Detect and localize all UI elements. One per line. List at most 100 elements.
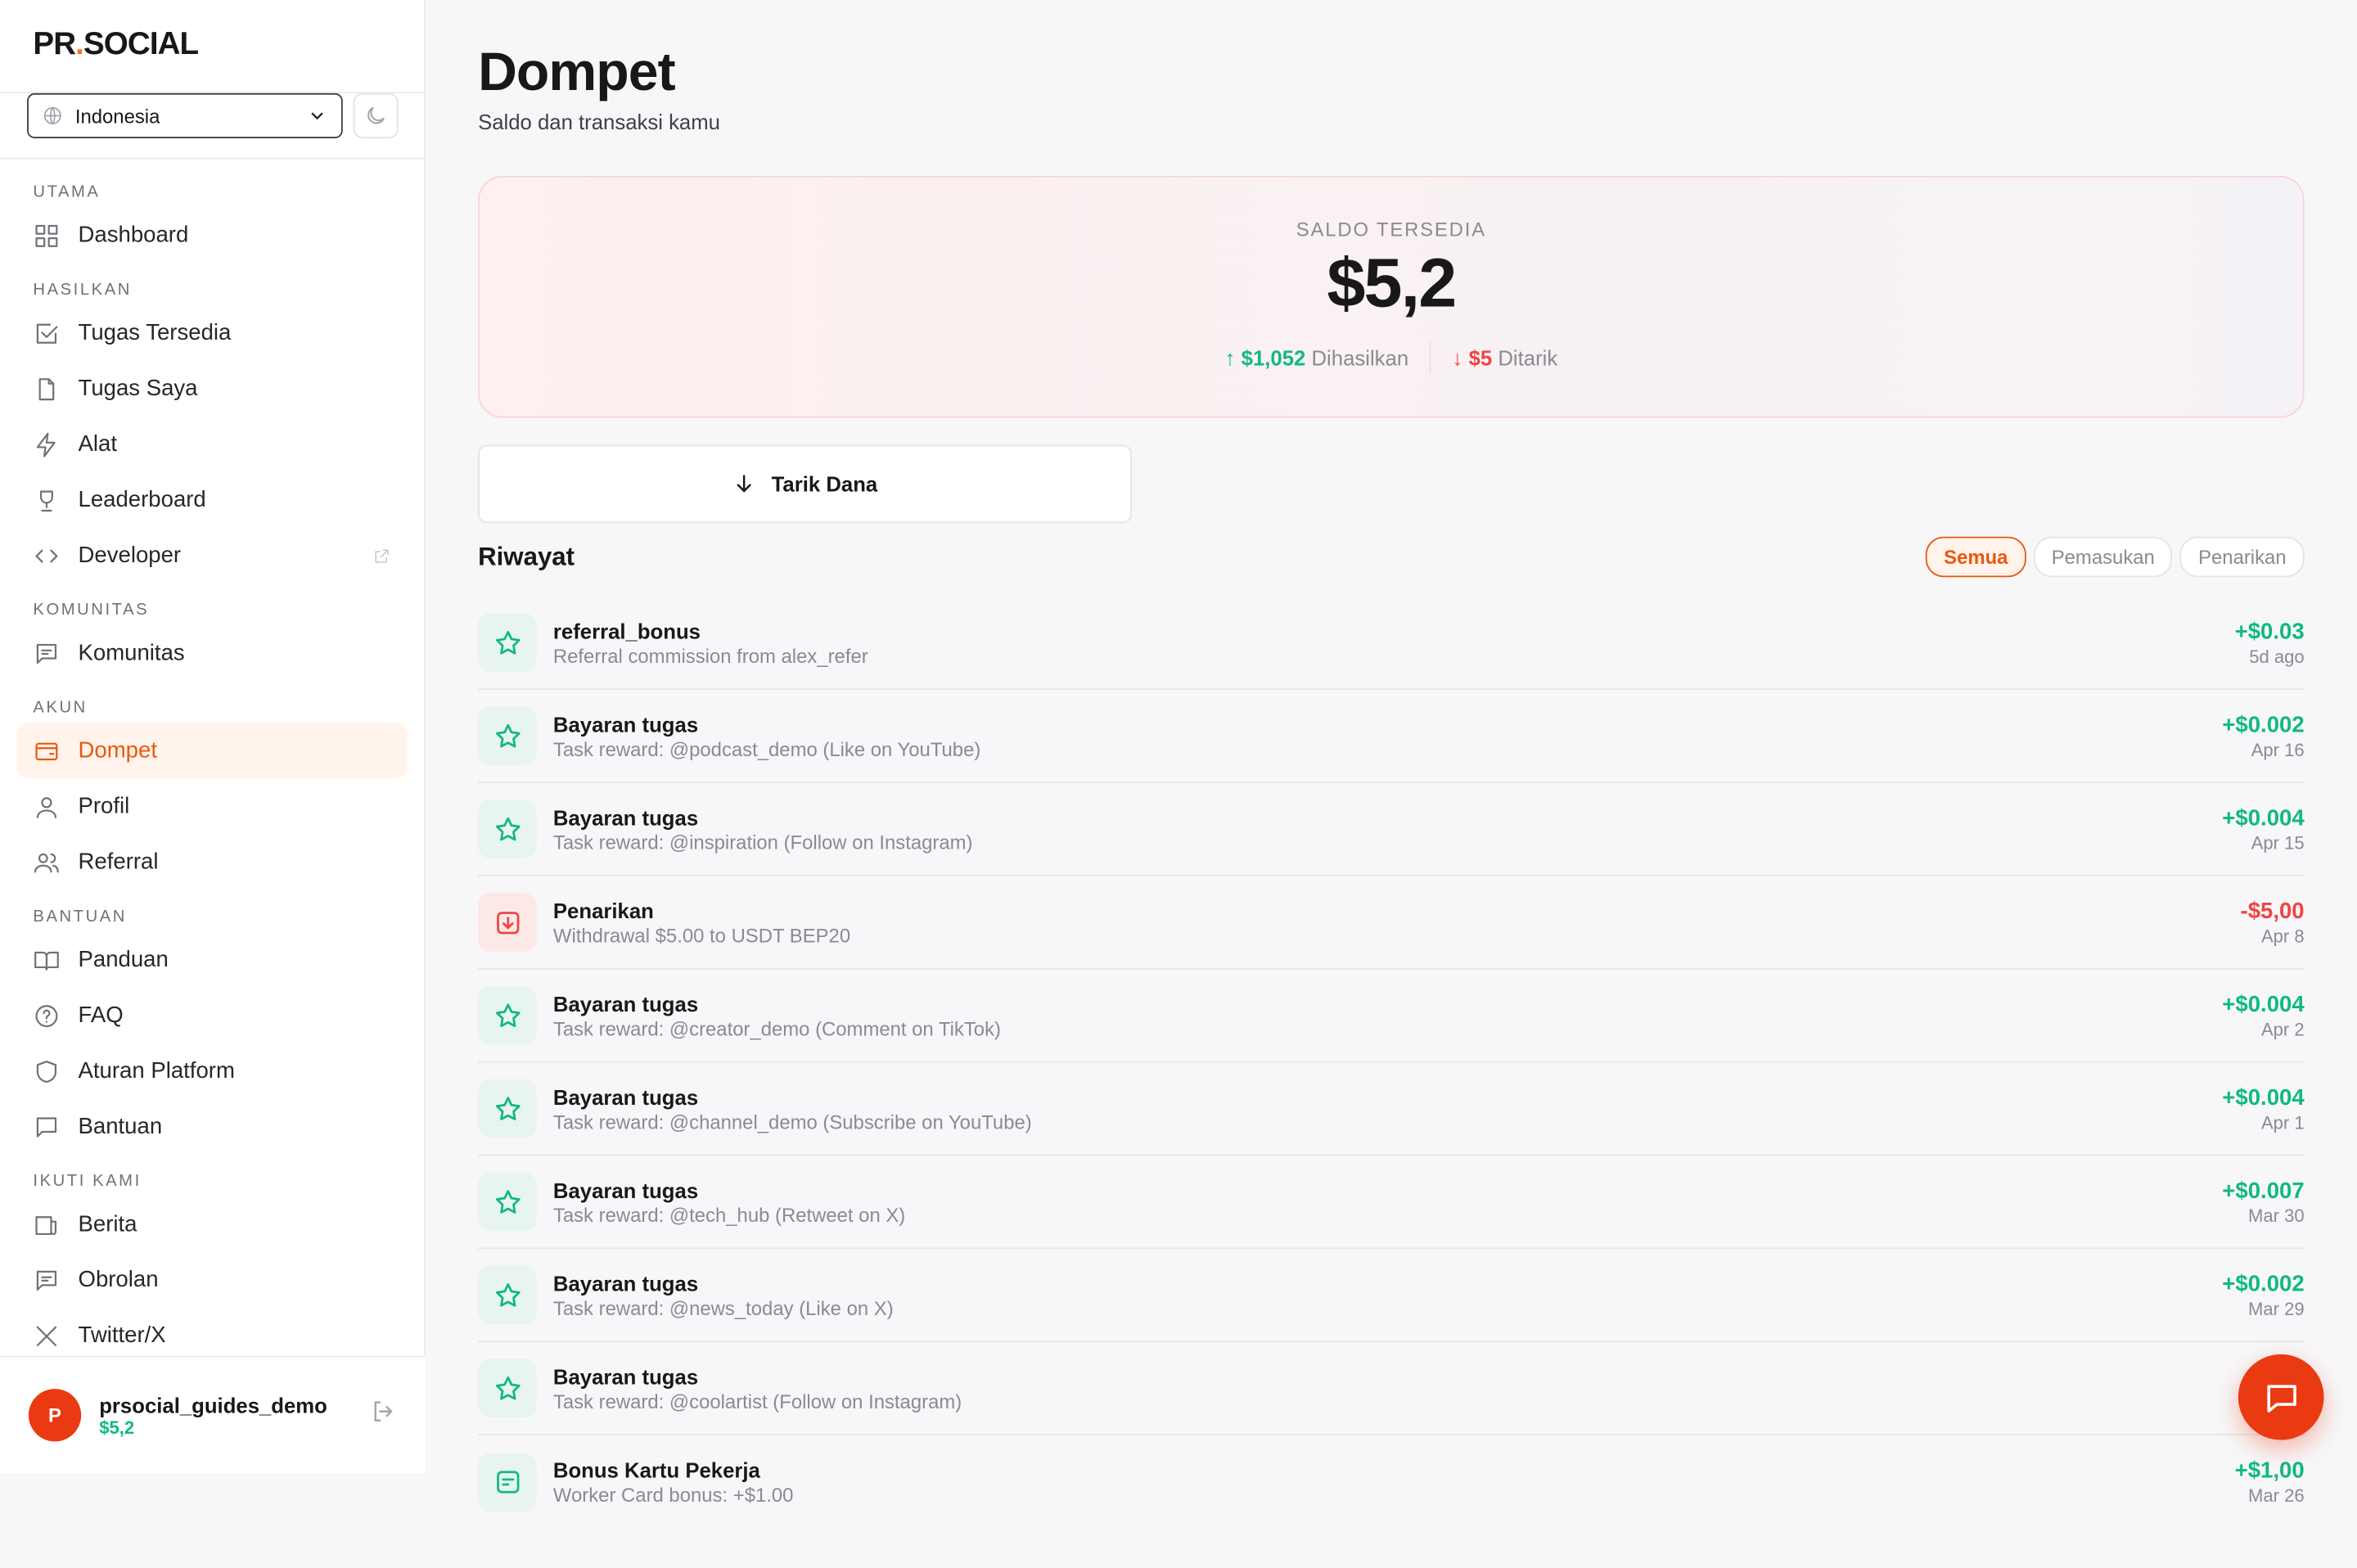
arrow-down-icon (737, 475, 752, 493)
transaction-icon (478, 1172, 537, 1232)
filter-semua[interactable]: Semua (1926, 536, 2026, 578)
sidebar: PR.SOCIAL Indonesia UTAMA Dashboard HASILK… (0, 0, 426, 1473)
filter-penarikan[interactable]: Penarikan (2180, 536, 2305, 578)
sidebar-item-dompet[interactable]: Dompet (16, 723, 408, 779)
sidebar-item-tugas-tersedia[interactable]: Tugas Tersedia (16, 305, 408, 361)
transaction-meta: +$0.004 Apr 15 (2222, 805, 2304, 854)
avatar[interactable]: P (28, 1389, 82, 1442)
table-row[interactable]: Bayaran tugas Task reward: @podcast_demo … (478, 690, 2305, 783)
logout-button[interactable] (370, 1398, 397, 1432)
transaction-icon (478, 800, 537, 858)
sidebar-item-dashboard[interactable]: Dashboard (16, 207, 408, 263)
shield-icon (36, 1060, 57, 1083)
user-balance: $5,2 (99, 1417, 135, 1438)
transaction-desc: Task reward: @creator_demo (Comment on T… (552, 1016, 1001, 1040)
stat-divider (1429, 340, 1431, 375)
transaction-meta: +$0.002 Mar 29 (2222, 1271, 2304, 1319)
trophy-icon (39, 489, 53, 511)
transaction-body: Bayaran tugas Task reward: @coolartist (F… (553, 1364, 962, 1413)
table-row[interactable]: Bayaran tugas Task reward: @channel_demo … (478, 1063, 2305, 1156)
sidebar-item-label: Alat (78, 431, 118, 457)
table-row[interactable]: Penarikan Withdrawal $5.00 to USDT BEP20 -… (478, 876, 2305, 970)
chevron-down-icon (311, 112, 323, 120)
transaction-list: referral_bonus Referral commission from a… (478, 597, 2305, 1529)
table-row[interactable]: Bayaran tugas Task reward: @creator_demo … (478, 970, 2305, 1063)
user-card: P prsocial_guides_demo $5,2 (0, 1355, 426, 1473)
transaction-amount: +$0.004 (2222, 804, 2305, 831)
page-title: Dompet (478, 40, 676, 102)
book-icon (34, 950, 59, 970)
table-row[interactable]: Bayaran tugas Task reward: @tech_hub (Ret… (478, 1156, 2305, 1250)
table-row[interactable]: Bayaran tugas Task reward: @inspiration (… (478, 783, 2305, 876)
transaction-icon (478, 985, 537, 1045)
balance-label: SALDO TERSEDIA (1296, 218, 1487, 241)
user-name: prsocial_guides_demo (99, 1392, 327, 1417)
sidebar-item-komunitas[interactable]: Komunitas (16, 625, 408, 681)
earned-label: Dihasilkan (1311, 345, 1409, 370)
sidebar-item-berita[interactable]: Berita (16, 1196, 408, 1252)
region-row: Indonesia (0, 92, 426, 138)
theme-toggle-button[interactable] (353, 92, 399, 138)
user-info: prsocial_guides_demo $5,2 (99, 1393, 327, 1438)
transaction-date: Mar 26 (2248, 1485, 2305, 1507)
sidebar-item-developer[interactable]: Developer (16, 528, 408, 583)
withdraw-button[interactable]: Tarik Dana (478, 444, 1133, 524)
transaction-body: Bayaran tugas Task reward: @inspiration (… (553, 805, 973, 854)
sidebar-item-faq[interactable]: FAQ (16, 988, 408, 1043)
sidebar-item-label: Dompet (78, 737, 157, 764)
star-icon (495, 1189, 520, 1213)
sidebar-item-panduan[interactable]: Panduan (16, 932, 408, 988)
sidebar-item-label: Tugas Saya (78, 376, 198, 402)
table-row[interactable]: Bonus Kartu Pekerja Worker Card bonus: +$… (478, 1435, 2305, 1529)
withdrawn-stat: ↓ $5 Ditarik (1452, 345, 1557, 369)
transaction-date: 5d ago (2249, 645, 2305, 667)
sidebar-item-leaderboard[interactable]: Leaderboard (16, 472, 408, 528)
transaction-title: Bayaran tugas (552, 1084, 699, 1109)
sidebar-divider (0, 157, 426, 160)
transaction-body: Penarikan Withdrawal $5.00 to USDT BEP20 (553, 898, 850, 946)
region-select[interactable]: Indonesia (27, 92, 343, 138)
help-circle-icon (35, 1004, 58, 1027)
transaction-desc: Task reward: @podcast_demo (Like on YouT… (552, 737, 981, 760)
sidebar-item-tugas-saya[interactable]: Tugas Saya (16, 361, 408, 417)
balance-value: $5,2 (1327, 243, 1457, 322)
transaction-title: Bayaran tugas (552, 1178, 699, 1202)
nav-group-label: IKUTI KAMI (33, 1172, 142, 1191)
transaction-desc: Referral commission from alex_refer (552, 644, 868, 667)
sidebar-item-label: Komunitas (78, 640, 185, 666)
sidebar-item-alat[interactable]: Alat (16, 417, 408, 472)
table-row[interactable]: Bayaran tugas Task reward: @coolartist (F… (478, 1342, 2305, 1436)
table-row[interactable]: Bayaran tugas Task reward: @news_today (L… (478, 1249, 2305, 1343)
sidebar-item-profil[interactable]: Profil (16, 778, 408, 834)
table-row[interactable]: referral_bonus Referral commission from a… (478, 597, 2305, 691)
users-icon (34, 852, 59, 872)
transaction-amount: +$0.03 (2234, 618, 2305, 645)
star-icon (495, 816, 520, 840)
sidebar-item-label: Panduan (78, 947, 169, 973)
page-subtitle: Saldo dan transaksi kamu (478, 110, 720, 134)
globe-icon (43, 106, 61, 124)
sidebar-item-label: Referral (78, 849, 159, 875)
sidebar-item-bantuan[interactable]: Bantuan (16, 1099, 408, 1155)
zap-icon (36, 431, 56, 457)
sidebar-item-label: Twitter/X (78, 1322, 166, 1349)
transaction-body: Bayaran tugas Task reward: @podcast_demo … (553, 712, 980, 760)
chat-fab-button[interactable] (2238, 1354, 2324, 1440)
x-icon (36, 1325, 57, 1346)
star-icon (495, 723, 520, 747)
code-icon (35, 548, 58, 562)
transaction-title: Penarikan (552, 898, 654, 922)
sidebar-item-referral[interactable]: Referral (16, 834, 408, 890)
sidebar-item-aturan-platform[interactable]: Aturan Platform (16, 1043, 408, 1099)
nav-group-label: HASILKAN (33, 281, 132, 300)
sidebar-item-obrolan[interactable]: Obrolan (16, 1252, 408, 1308)
sidebar-item-twitter-x[interactable]: Twitter/X (16, 1308, 408, 1356)
brand-logo[interactable]: PR.SOCIAL (0, 0, 424, 93)
filter-pemasukan[interactable]: Pemasukan (2033, 536, 2173, 578)
wallet-icon (35, 741, 58, 760)
transaction-body: Bonus Kartu Pekerja Worker Card bonus: +$… (553, 1458, 794, 1507)
sidebar-item-label: Tugas Tersedia (78, 320, 232, 346)
transaction-body: Bayaran tugas Task reward: @channel_demo … (553, 1084, 1032, 1133)
transaction-body: Bayaran tugas Task reward: @creator_demo … (553, 991, 1001, 1039)
withdraw-button-label: Tarik Dana (771, 471, 878, 497)
